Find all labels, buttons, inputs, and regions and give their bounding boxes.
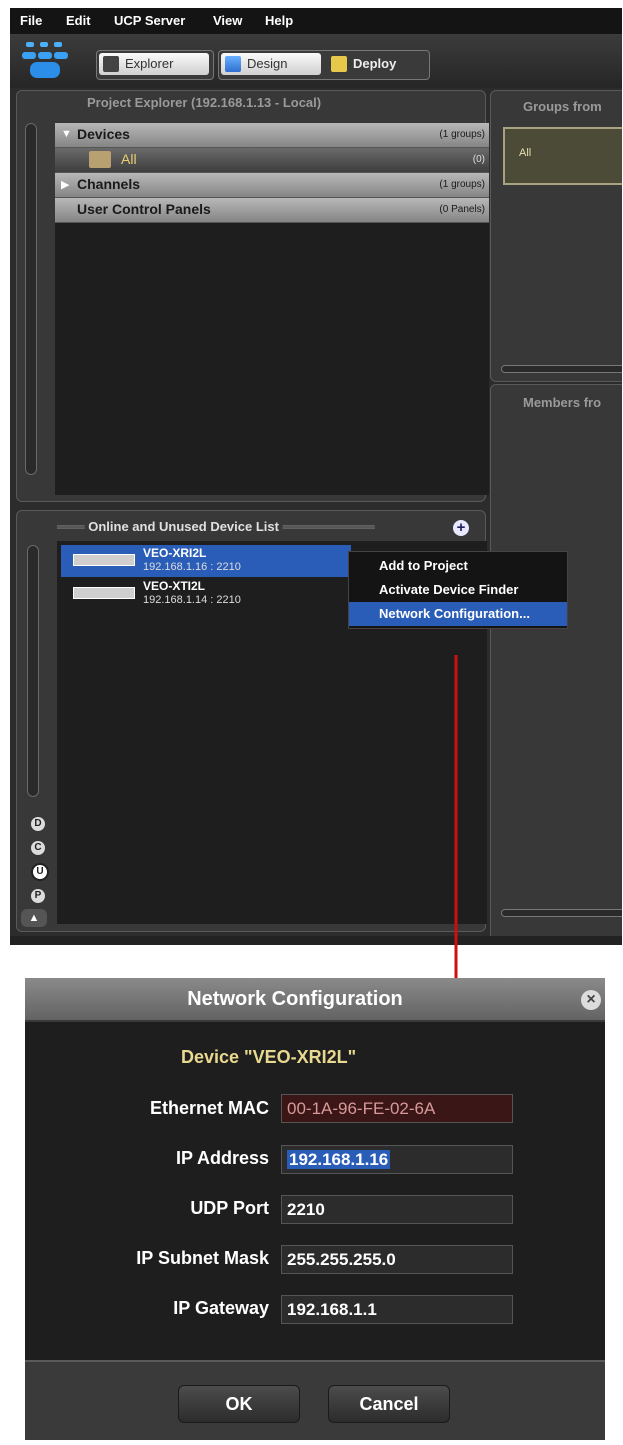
project-explorer-title: Project Explorer (192.168.1.13 - Local) bbox=[87, 95, 322, 110]
groups-hscrollbar[interactable] bbox=[501, 365, 622, 373]
ip-subnet-mask-label: IP Subnet Mask bbox=[136, 1248, 269, 1268]
ip-address-value: 192.168.1.16 bbox=[287, 1150, 391, 1169]
tree-row-user-control-panels[interactable]: User Control Panels (0 Panels) bbox=[55, 198, 489, 223]
tree-row-count: (0) bbox=[472, 154, 485, 165]
add-device-icon[interactable]: + bbox=[453, 520, 469, 536]
menu-item-label: Network Configuration... bbox=[379, 606, 530, 621]
device-icon bbox=[73, 587, 135, 599]
project-explorer-panel: Project Explorer (192.168.1.13 - Local) … bbox=[16, 90, 489, 502]
menu-item-add-to-project[interactable]: Add to Project bbox=[349, 554, 567, 578]
udp-port-field[interactable]: 2210 bbox=[281, 1195, 513, 1224]
device-list-scrollbar[interactable] bbox=[27, 545, 39, 797]
device-name: VEO-XTI2L bbox=[143, 579, 206, 593]
filter-c-button[interactable]: C bbox=[31, 841, 45, 855]
design-button[interactable]: Design bbox=[221, 53, 321, 75]
tree-row-count: (0 Panels) bbox=[439, 204, 485, 215]
tree-row-all[interactable]: All (0) bbox=[55, 148, 489, 173]
menu-item-activate-device-finder[interactable]: Activate Device Finder bbox=[349, 578, 567, 602]
device-icon bbox=[73, 554, 135, 566]
group-tile-label: All bbox=[519, 147, 532, 159]
dialog-body: Device "VEO-XRI2L" Ethernet MAC 00-1A-96… bbox=[25, 1022, 605, 1360]
menu-help[interactable]: Help bbox=[265, 13, 293, 28]
menu-bar: File Edit UCP Server View Help bbox=[10, 8, 622, 34]
group-tile-all[interactable]: All bbox=[503, 127, 622, 185]
device-item-veo-xri2l[interactable]: VEO-XRI2L 192.168.1.16 : 2210 bbox=[61, 545, 351, 577]
menu-file[interactable]: File bbox=[20, 13, 42, 28]
ip-gateway-label: IP Gateway bbox=[173, 1298, 269, 1318]
ip-address-field[interactable]: 192.168.1.16 bbox=[281, 1145, 513, 1174]
cancel-button[interactable]: Cancel bbox=[328, 1385, 450, 1423]
deploy-button[interactable]: Deploy bbox=[327, 53, 425, 75]
expand-right-icon[interactable]: ▶ bbox=[61, 178, 69, 191]
udp-port-label: UDP Port bbox=[190, 1198, 269, 1218]
dialog-divider bbox=[25, 1360, 605, 1362]
members-panel-title: Members fro bbox=[523, 395, 602, 410]
device-name: VEO-XRI2L bbox=[143, 546, 207, 560]
toolbar: Explorer Design Deploy bbox=[10, 34, 622, 88]
members-hscrollbar[interactable] bbox=[501, 909, 622, 917]
folder-icon bbox=[89, 151, 111, 168]
project-explorer-scrollbar[interactable] bbox=[25, 123, 37, 475]
device-item-veo-xti2l[interactable]: VEO-XTI2L 192.168.1.14 : 2210 bbox=[61, 578, 351, 610]
tree-row-label: All bbox=[121, 151, 137, 167]
close-icon[interactable]: × bbox=[581, 990, 601, 1010]
menu-edit[interactable]: Edit bbox=[66, 13, 91, 28]
menu-item-label: Activate Device Finder bbox=[379, 582, 519, 597]
filter-p-button[interactable]: P bbox=[31, 889, 45, 903]
explorer-icon bbox=[103, 56, 119, 72]
status-strip bbox=[10, 936, 622, 945]
tree-row-label: User Control Panels bbox=[77, 201, 211, 217]
device-address: 192.168.1.14 : 2210 bbox=[143, 594, 241, 606]
expand-down-icon[interactable]: ▼ bbox=[61, 128, 72, 140]
explorer-segment: Explorer bbox=[96, 50, 214, 80]
tree-row-count: (1 groups) bbox=[439, 179, 485, 190]
menu-view[interactable]: View bbox=[213, 13, 242, 28]
design-icon bbox=[225, 56, 241, 72]
groups-panel-title: Groups from bbox=[523, 99, 602, 114]
members-panel: Members fro bbox=[490, 384, 622, 945]
menu-item-network-configuration[interactable]: Network Configuration... bbox=[349, 602, 567, 626]
tree-row-count: (1 groups) bbox=[439, 129, 485, 140]
device-list-title: Online and Unused Device List bbox=[88, 519, 279, 534]
device-list-header: ═══ Online and Unused Device List ══════… bbox=[57, 519, 375, 534]
dialog-titlebar: Network Configuration × bbox=[25, 978, 605, 1020]
design-label: Design bbox=[247, 56, 288, 71]
ethernet-mac-label: Ethernet MAC bbox=[149, 1098, 269, 1118]
project-tree: ▼ Devices (1 groups) All (0) ▶ Channels … bbox=[55, 123, 489, 495]
context-menu: Add to Project Activate Device Finder Ne… bbox=[348, 551, 568, 629]
ok-button[interactable]: OK bbox=[178, 1385, 300, 1423]
ip-gateway-field[interactable]: 192.168.1.1 bbox=[281, 1295, 513, 1324]
network-configuration-dialog: Network Configuration × Device "VEO-XRI2… bbox=[25, 978, 605, 1440]
explorer-button[interactable]: Explorer bbox=[99, 53, 209, 75]
explorer-label: Explorer bbox=[125, 56, 174, 71]
app-window: File Edit UCP Server View Help Explorer … bbox=[10, 8, 622, 945]
tree-row-devices[interactable]: ▼ Devices (1 groups) bbox=[55, 123, 489, 148]
app-logo-icon bbox=[22, 42, 68, 78]
collapse-up-icon[interactable]: ▲ bbox=[21, 909, 47, 927]
deploy-label: Deploy bbox=[353, 56, 397, 71]
filter-d-button[interactable]: D bbox=[31, 817, 45, 831]
device-label: Device "VEO-XRI2L" bbox=[181, 1047, 357, 1067]
red-arrow-icon bbox=[449, 655, 463, 1025]
dialog-title: Network Configuration bbox=[187, 988, 403, 1010]
tree-row-label: Channels bbox=[77, 176, 141, 192]
ip-subnet-mask-field[interactable]: 255.255.255.0 bbox=[281, 1245, 513, 1274]
device-address: 192.168.1.16 : 2210 bbox=[143, 561, 241, 573]
ip-address-label: IP Address bbox=[175, 1148, 269, 1168]
menu-item-label: Add to Project bbox=[379, 558, 468, 573]
tree-row-channels[interactable]: ▶ Channels (1 groups) bbox=[55, 173, 489, 198]
deploy-icon bbox=[331, 56, 347, 72]
menu-ucp-server[interactable]: UCP Server bbox=[114, 13, 185, 28]
design-deploy-segment: Design Deploy bbox=[218, 50, 430, 80]
ethernet-mac-field: 00-1A-96-FE-02-6A bbox=[281, 1094, 513, 1123]
tree-row-label: Devices bbox=[77, 126, 130, 142]
filter-u-button[interactable]: U bbox=[31, 863, 49, 881]
groups-panel: Groups from All bbox=[490, 90, 622, 382]
